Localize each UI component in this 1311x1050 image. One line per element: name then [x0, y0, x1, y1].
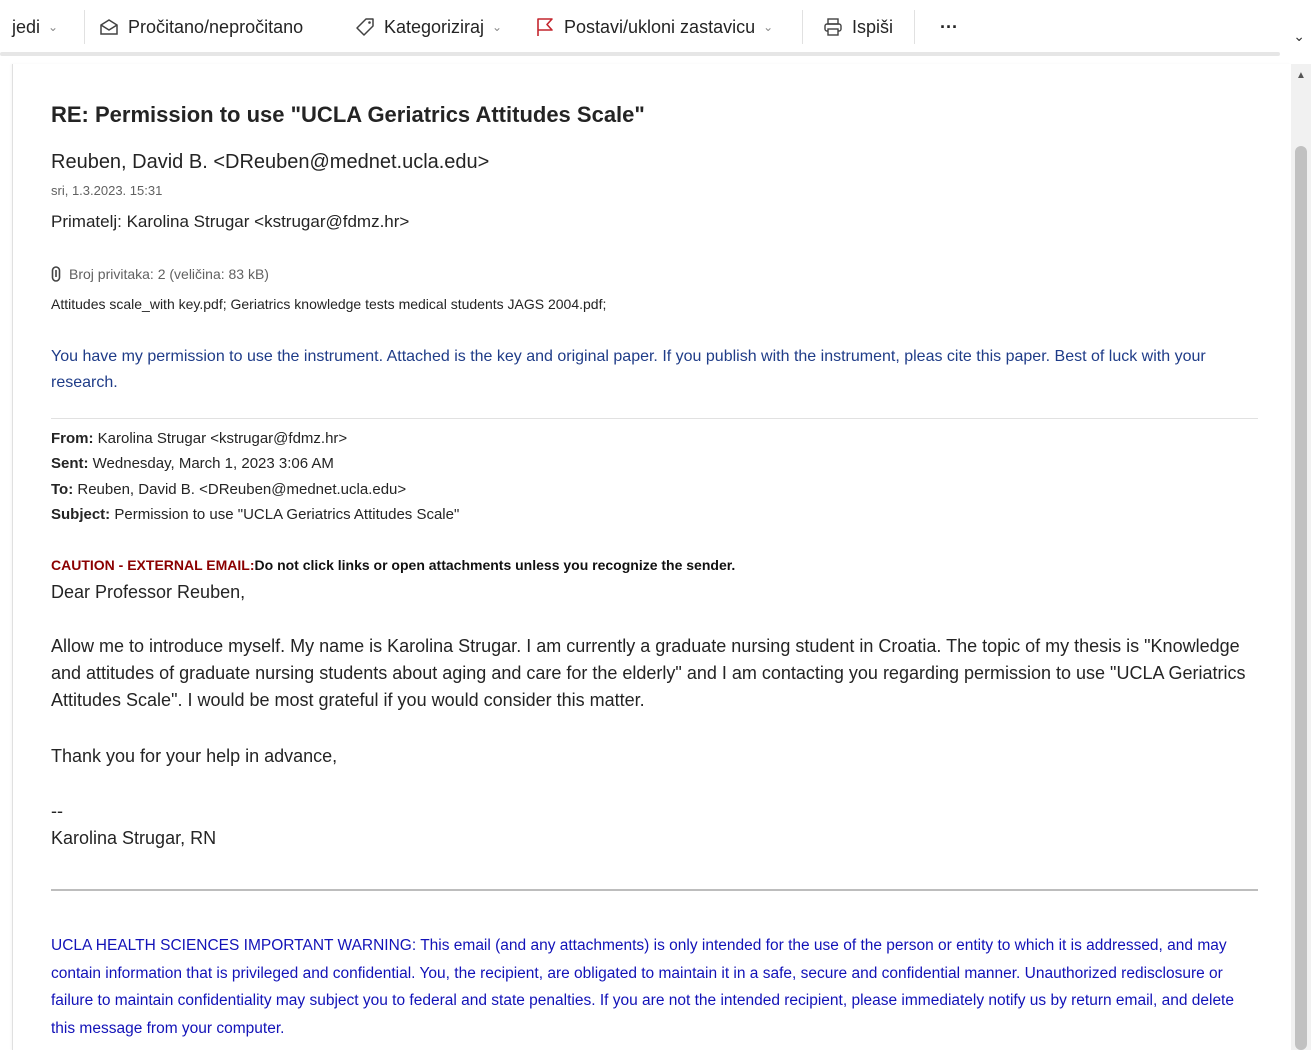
caution-label: CAUTION - EXTERNAL EMAIL: [51, 557, 255, 573]
mark-read-unread-label: Pročitano/nepročitano [128, 16, 304, 37]
message-toolbar: jedi ⌄ Pročitano/nepročitano Kategorizir… [0, 0, 1311, 56]
sender-name[interactable]: Reuben, David B. <DReuben@mednet.ucla.ed… [51, 151, 489, 174]
quoted-sent-label: Sent: [51, 455, 89, 472]
printer-icon [822, 16, 844, 38]
toolbar-separator [802, 10, 803, 44]
vertical-scrollbar[interactable]: ▲ [1291, 64, 1311, 1050]
toolbar-bottom-scrollbar[interactable] [0, 52, 1280, 56]
quoted-to: To: Reuben, David B. <DReuben@mednet.ucl… [51, 481, 406, 498]
scroll-up-arrow-icon[interactable]: ▲ [1296, 70, 1306, 81]
email-date: sri, 1.3.2023. 15:31 [51, 183, 163, 198]
flag-label: Postavi/ukloni zastavicu [564, 16, 756, 37]
attachments-summary: Broj privitaka: 2 (veličina: 83 kB) [51, 266, 269, 282]
chevron-down-icon: ⌄ [48, 20, 59, 34]
body-paragraph: Allow me to introduce myself. My name is… [51, 636, 1246, 710]
recipient-line[interactable]: Primatelj: Karolina Strugar <kstrugar@fd… [51, 212, 409, 232]
mark-read-unread-button[interactable]: Pročitano/nepročitano [98, 14, 303, 40]
chevron-down-icon[interactable]: ⌄ [1293, 28, 1305, 45]
toolbar-separator [84, 10, 85, 44]
confidentiality-warning: UCLA HEALTH SCIENCES IMPORTANT WARNING: … [51, 937, 1234, 1037]
flag-button[interactable]: Postavi/ukloni zastavicu ⌄ [534, 14, 773, 40]
quoted-from-label: From: [51, 430, 94, 447]
toolbar-dropdown-button[interactable]: jedi ⌄ [12, 14, 58, 40]
quoted-to-value: Reuben, David B. <DReuben@mednet.ucla.ed… [73, 481, 407, 498]
reply-message: You have my permission to use the instru… [51, 348, 1206, 391]
greeting: Dear Professor Reuben, [51, 582, 246, 602]
email-subject: RE: Permission to use "UCLA Geriatrics A… [51, 102, 645, 127]
more-actions-icon: ··· [940, 16, 958, 37]
signature-dash: -- [51, 801, 63, 821]
attachments-count: Broj privitaka: 2 (veličina: 83 kB) [69, 266, 269, 282]
toolbar-dropdown-label: jedi [12, 16, 41, 37]
more-actions-button[interactable]: ··· [940, 14, 958, 40]
categorize-label: Kategoriziraj [384, 16, 485, 37]
signature: Karolina Strugar, RN [51, 828, 217, 848]
quoted-subject-value: Permission to use "UCLA Geriatrics Attit… [110, 506, 460, 523]
toolbar-separator [914, 10, 915, 44]
quoted-sent: Sent: Wednesday, March 1, 2023 3:06 AM [51, 455, 334, 472]
categorize-button[interactable]: Kategoriziraj ⌄ [354, 14, 502, 40]
caution-banner: CAUTION - EXTERNAL EMAIL:Do not click li… [51, 557, 735, 573]
print-button[interactable]: Ispiši [822, 14, 893, 40]
thanks-line: Thank you for your help in advance, [51, 746, 338, 766]
divider [51, 418, 1258, 419]
quoted-from: From: Karolina Strugar <kstrugar@fdmz.hr… [51, 430, 347, 447]
quoted-to-label: To: [51, 481, 74, 498]
attachment-file-list[interactable]: Attitudes scale_with key.pdf; Geriatrics… [51, 296, 606, 312]
print-label: Ispiši [852, 16, 894, 37]
divider [51, 889, 1258, 891]
caution-text: Do not click links or open attachments u… [254, 557, 736, 573]
quoted-from-value: Karolina Strugar <kstrugar@fdmz.hr> [93, 430, 348, 447]
paperclip-icon [51, 266, 61, 282]
flag-icon [534, 16, 556, 38]
chevron-down-icon: ⌄ [492, 20, 503, 34]
quoted-subject-label: Subject: [51, 506, 111, 523]
quoted-subject: Subject: Permission to use "UCLA Geriatr… [51, 506, 459, 523]
scrollbar-thumb[interactable] [1295, 146, 1307, 1050]
quoted-sent-value: Wednesday, March 1, 2023 3:06 AM [88, 455, 334, 472]
chevron-down-icon: ⌄ [763, 20, 774, 34]
envelope-open-icon [98, 16, 120, 38]
tag-icon [354, 16, 376, 38]
